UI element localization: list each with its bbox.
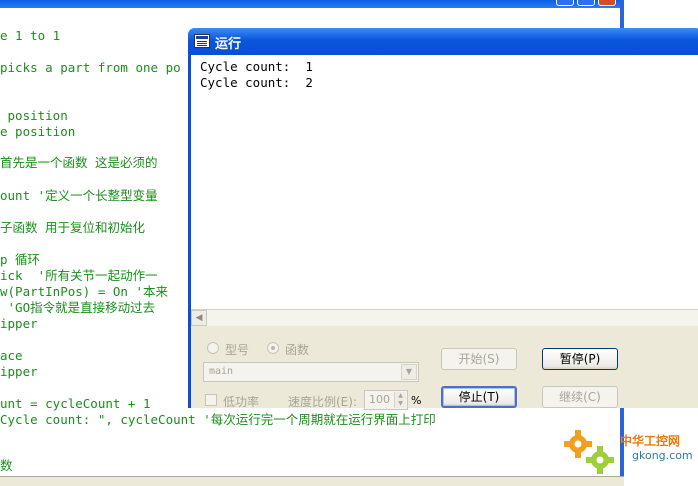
radio-type[interactable] bbox=[207, 342, 219, 354]
continue-button[interactable]: 继续(C) bbox=[542, 386, 618, 408]
speed-ratio-spinner[interactable]: 100 ▲ ▼ bbox=[364, 390, 408, 410]
watermark-text: 中华工控网 bbox=[620, 434, 681, 448]
speed-ratio-value: 100 bbox=[369, 393, 390, 406]
code-line: 首先是一个函数 这是必须的 bbox=[0, 155, 158, 170]
run-dialog: 运行 Cycle count: 1 Cycle count: 2 ◀ 型号 函数… bbox=[188, 28, 698, 410]
low-power-checkbox[interactable] bbox=[205, 394, 217, 406]
radio-function[interactable] bbox=[267, 342, 279, 354]
low-power-label: 低功率 bbox=[223, 395, 260, 409]
scroll-left-icon[interactable]: ◀ bbox=[191, 310, 207, 326]
code-line: 'GO指令就是直接移动过去 bbox=[0, 300, 156, 315]
spinner-arrows-icon[interactable]: ▲ ▼ bbox=[394, 392, 406, 408]
run-controls-panel: 型号 函数 main ▼ 低功率 速度比例(E): 100 ▲ ▼ % 开始(S)… bbox=[191, 326, 698, 410]
speed-ratio-label: 速度比例(E): bbox=[288, 395, 357, 409]
function-select[interactable]: main ▼ bbox=[203, 362, 419, 382]
watermark-logo: 中华工控网 gkong.com bbox=[560, 426, 698, 478]
code-line: picks a part from one po bbox=[0, 60, 181, 75]
code-line: ipper bbox=[0, 364, 38, 379]
code-line: ick '所有关节一起动作一 bbox=[0, 268, 158, 283]
code-line: 数 bbox=[0, 458, 13, 473]
radio-function-label: 函数 bbox=[285, 343, 310, 357]
code-line: p 循环 bbox=[0, 252, 41, 267]
code-line: ount '定义一个长整型变量 bbox=[0, 188, 158, 203]
gear-icon bbox=[564, 430, 614, 474]
chevron-down-icon[interactable]: ▼ bbox=[401, 364, 417, 380]
output-line: Cycle count: 1 bbox=[200, 59, 313, 74]
code-line: 子函数 用于复位和初始化 bbox=[0, 220, 146, 235]
pause-button[interactable]: 暂停(P) bbox=[542, 348, 618, 370]
code-line: e position bbox=[0, 124, 76, 139]
speed-unit: % bbox=[411, 394, 422, 407]
code-line: position bbox=[0, 108, 68, 123]
horizontal-scrollbar[interactable]: ◀ bbox=[191, 309, 698, 326]
stop-button[interactable]: 停止(T) bbox=[441, 386, 517, 408]
code-line: e 1 to 1 bbox=[0, 28, 61, 43]
code-line: ace bbox=[0, 348, 23, 363]
dialog-titlebar[interactable]: 运行 bbox=[188, 28, 698, 55]
dialog-title: 运行 bbox=[215, 37, 242, 52]
watermark-url: gkong.com bbox=[632, 449, 693, 462]
code-line: Cycle count: ", cycleCount '每次运行完一个周期就在运… bbox=[0, 412, 436, 427]
function-select-value: main bbox=[209, 366, 234, 377]
window-icon bbox=[194, 34, 210, 48]
run-output[interactable]: Cycle count: 1 Cycle count: 2 bbox=[191, 55, 698, 309]
code-line: ipper bbox=[0, 316, 38, 331]
code-line: w(PartInPos) = On '本来 bbox=[0, 284, 168, 299]
start-button[interactable]: 开始(S) bbox=[441, 348, 517, 370]
code-line: unt = cycleCount + 1 bbox=[0, 396, 151, 411]
output-line: Cycle count: 2 bbox=[200, 75, 313, 90]
radio-type-label: 型号 bbox=[225, 343, 250, 357]
